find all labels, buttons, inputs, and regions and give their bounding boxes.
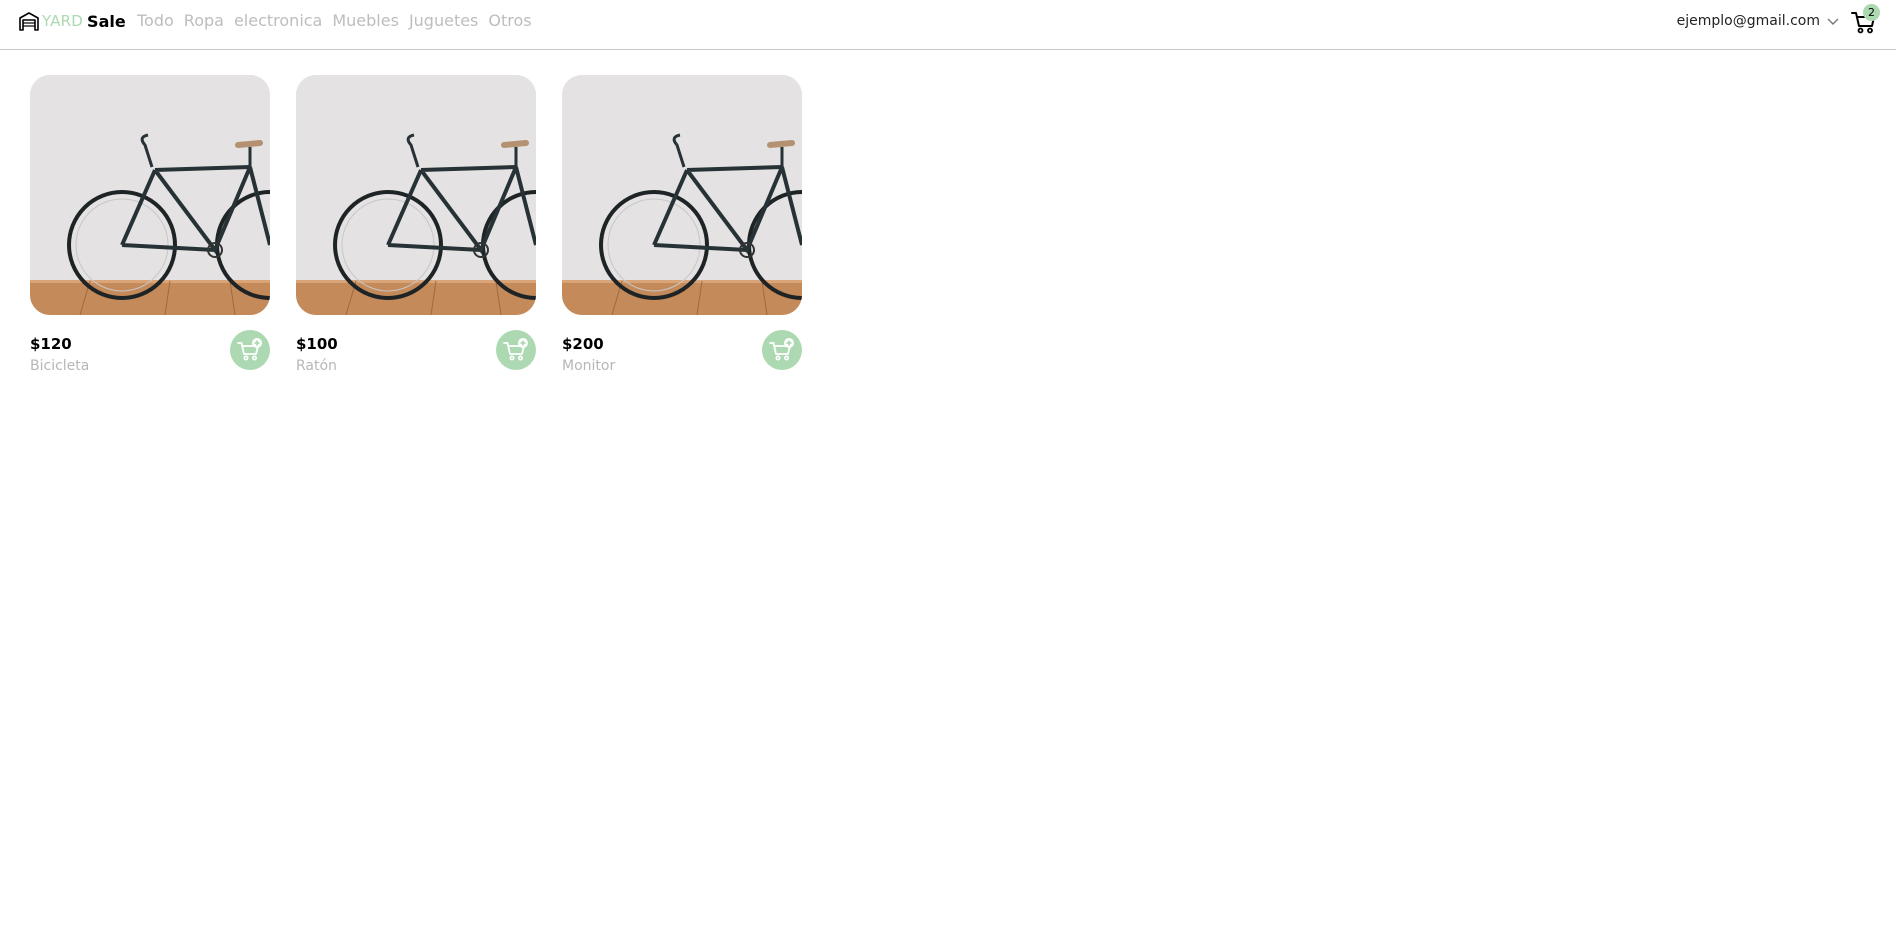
nav-item-otros[interactable]: Otros (488, 11, 531, 30)
category-nav: Todo Ropa electronica Muebles Juguetes O… (137, 11, 542, 30)
add-to-cart-icon (503, 338, 528, 361)
nav-item-muebles[interactable]: Muebles (332, 11, 399, 30)
nav-item-todo[interactable]: Todo (137, 11, 174, 30)
product-info: $200 Monitor (562, 330, 802, 385)
product-name: Bicicleta (30, 358, 90, 374)
product-image[interactable] (562, 75, 802, 315)
product-grid: $120 Bicicleta $100 Ratón $200 Monitor (30, 75, 828, 385)
product-card: $100 Ratón (296, 75, 536, 385)
chevron-down-icon (1827, 18, 1839, 25)
product-image[interactable] (30, 75, 270, 315)
product-price: $100 (296, 335, 338, 353)
product-name: Ratón (296, 358, 337, 374)
product-name: Monitor (562, 358, 616, 374)
add-to-cart-button[interactable] (496, 330, 536, 370)
account-email: ejemplo@gmail.com (1676, 13, 1820, 29)
product-image[interactable] (296, 75, 536, 315)
product-info: $100 Ratón (296, 330, 536, 385)
product-price: $200 (562, 335, 604, 353)
navbar: YARD Sale Todo Ropa electronica Muebles … (0, 0, 1896, 50)
nav-item-electronica[interactable]: electronica (234, 11, 322, 30)
logo[interactable]: YARD Sale (18, 8, 126, 34)
logo-sale-text: Sale (87, 11, 126, 31)
add-to-cart-button[interactable] (762, 330, 802, 370)
add-to-cart-icon (237, 338, 262, 361)
product-card: $200 Monitor (562, 75, 802, 385)
nav-item-ropa[interactable]: Ropa (184, 11, 224, 30)
product-card: $120 Bicicleta (30, 75, 270, 385)
nav-item-juguetes[interactable]: Juguetes (409, 11, 478, 30)
product-info: $120 Bicicleta (30, 330, 270, 385)
add-to-cart-icon (769, 338, 794, 361)
logo-yard-text: YARD (42, 12, 84, 30)
add-to-cart-button[interactable] (230, 330, 270, 370)
product-price: $120 (30, 335, 72, 353)
garage-icon (19, 12, 39, 31)
account-menu[interactable]: ejemplo@gmail.com (1677, 13, 1840, 29)
cart-count-badge: 2 (1863, 4, 1880, 21)
cart-button[interactable]: 2 (1851, 4, 1880, 34)
